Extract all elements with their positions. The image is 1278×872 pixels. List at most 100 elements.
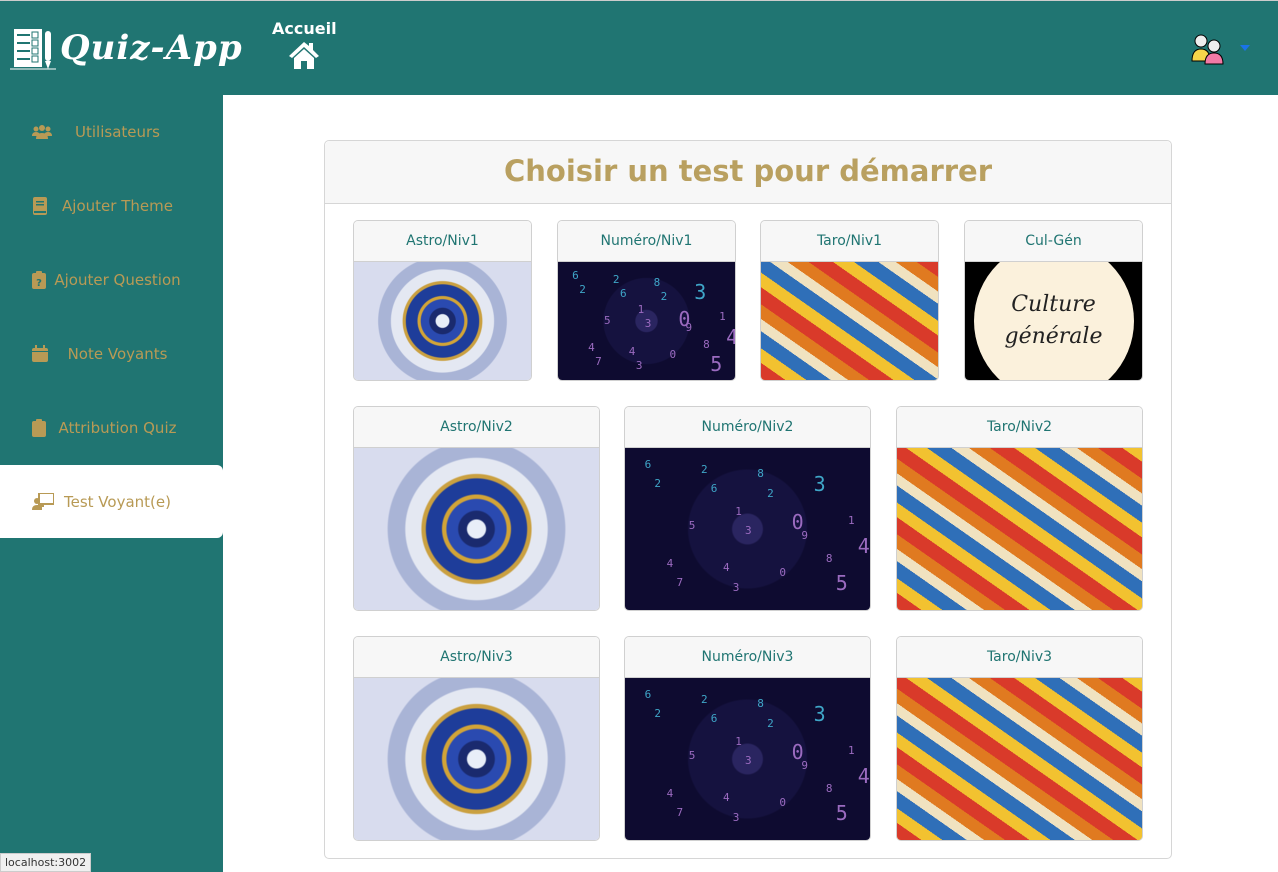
culture-generale-logo: Culture générale [973, 262, 1134, 380]
test-card[interactable]: Taro/Niv1 [760, 220, 939, 381]
test-card[interactable]: Taro/Niv2 [896, 406, 1143, 611]
number-glyph: 1 [847, 514, 855, 528]
page-title: Choisir un test pour démarrer [325, 141, 1171, 204]
number-glyph: 9 [801, 759, 809, 772]
number-glyph: 5 [835, 801, 848, 826]
sidebar: Utilisateurs Ajouter Theme ? Ajouter Que… [0, 95, 223, 872]
number-glyph: 3 [635, 358, 643, 372]
sidebar-item-label: Test Voyant(e) [64, 492, 171, 511]
number-glyph: 4 [666, 556, 674, 570]
test-card[interactable]: Taro/Niv3 [896, 636, 1143, 841]
test-card[interactable]: Numéro/Niv2 6 1 8 2 0 4 8 1 4 3 5 0 2 3 5 6 9 7 2 4 3 [624, 406, 871, 611]
number-glyph: 3 [644, 317, 652, 331]
sidebar-item-ajouter-theme[interactable]: Ajouter Theme [0, 169, 223, 242]
sidebar-item-label: Ajouter Question [54, 270, 181, 289]
status-bar-url: localhost:3002 [0, 853, 92, 872]
number-glyph: 8 [825, 781, 833, 795]
number-glyph: 2 [654, 707, 662, 721]
number-glyph: 2 [660, 290, 668, 304]
test-card[interactable]: Astro/Niv2 [353, 406, 600, 611]
sidebar-item-ajouter-question[interactable]: ? Ajouter Question [0, 243, 223, 316]
test-card[interactable]: Cul-Gén Culture générale [964, 220, 1143, 381]
number-glyph: 4 [628, 344, 636, 358]
number-glyph: 2 [654, 477, 662, 491]
number-glyph: 8 [757, 697, 764, 711]
app-name: Quiz-App [60, 28, 243, 68]
home-icon [289, 42, 320, 69]
app-logo[interactable]: Quiz-App [10, 25, 243, 71]
number-glyph: 5 [688, 749, 696, 763]
number-glyph: 1 [735, 504, 742, 518]
number-glyph: 1 [637, 303, 645, 317]
number-glyph: 6 [644, 687, 652, 701]
test-card[interactable]: Numéro/Niv1618204814350235697243 [557, 220, 736, 381]
sidebar-item-utilisateurs[interactable]: Utilisateurs [0, 95, 223, 168]
number-glyph: 5 [688, 519, 696, 533]
number-glyph: 2 [612, 272, 620, 286]
number-glyph: 0 [779, 566, 786, 580]
top-navbar: Quiz-App Accueil [0, 0, 1278, 95]
number-glyph: 7 [676, 575, 684, 589]
number-glyph: 5 [604, 313, 611, 327]
home-link[interactable]: Accueil [272, 19, 337, 74]
test-card-title: Taro/Niv3 [897, 637, 1142, 678]
test-card-title: Taro/Niv2 [897, 407, 1142, 448]
chevron-down-icon[interactable] [1240, 45, 1250, 51]
test-card-image [354, 262, 531, 380]
number-glyph: 1 [719, 310, 726, 324]
test-card-title: Astro/Niv1 [354, 221, 531, 262]
test-card[interactable]: Astro/Niv3 [353, 636, 600, 841]
number-glyph: 2 [767, 716, 774, 730]
test-card-title: Astro/Niv3 [354, 637, 599, 678]
number-glyph: 3 [745, 524, 752, 538]
number-glyph: 1 [735, 734, 742, 748]
test-card-image: 618204814350235697243 [625, 678, 870, 840]
home-label: Accueil [272, 19, 337, 38]
test-card[interactable]: Numéro/Niv3 6 1 8 2 0 4 8 1 4 3 5 0 2 3 5 6 9 7 2 4 3 [624, 636, 871, 841]
number-glyph: 6 [572, 269, 579, 283]
number-glyph: 3 [745, 754, 752, 768]
number-glyph: 4 [723, 791, 730, 805]
sidebar-item-attribution-quiz[interactable]: Attribution Quiz [0, 391, 223, 464]
sidebar-item-label: Ajouter Theme [62, 196, 173, 215]
sidebar-item-note-voyants[interactable]: Note Voyants [0, 317, 223, 390]
number-glyph: 3 [732, 810, 740, 824]
sidebar-item-label: Attribution Quiz [58, 418, 177, 437]
number-glyph: 4 [723, 561, 730, 575]
test-card-title: Cul-Gén [965, 221, 1142, 262]
test-card[interactable]: Astro/Niv1 [353, 220, 532, 381]
test-card-image [354, 678, 599, 840]
test-card-image: 618204814350235697243 [558, 262, 735, 380]
number-glyph: 9 [685, 321, 693, 334]
user-menu[interactable] [1190, 31, 1250, 65]
test-card-title: Numéro/Niv3 [625, 637, 870, 678]
number-glyph: 1 [847, 744, 855, 758]
number-glyph: 3 [813, 472, 826, 497]
number-glyph: 6 [619, 286, 627, 300]
number-glyph: 4 [726, 325, 735, 349]
test-card-image: 618204814350235697243 [625, 448, 870, 610]
test-card-title: Numéro/Niv2 [625, 407, 870, 448]
test-card-title: Taro/Niv1 [761, 221, 938, 262]
sidebar-item-test-voyant[interactable]: Test Voyant(e) [0, 465, 223, 538]
number-glyph: 8 [825, 551, 833, 565]
number-glyph: 8 [757, 467, 764, 481]
test-card-image [897, 448, 1142, 610]
number-glyph: 6 [710, 482, 718, 496]
quiz-checklist-icon [10, 29, 56, 70]
number-glyph: 2 [767, 486, 774, 500]
number-glyph: 6 [710, 712, 718, 726]
number-glyph: 2 [579, 283, 586, 297]
number-glyph: 8 [703, 337, 710, 351]
number-glyph: 8 [653, 276, 661, 290]
sidebar-item-label: Note Voyants [67, 344, 168, 363]
sidebar-item-label: Utilisateurs [75, 122, 160, 141]
number-glyph: 7 [676, 805, 684, 819]
test-card-image [761, 262, 938, 380]
users-avatar-icon [1191, 34, 1224, 65]
test-card-image [354, 448, 599, 610]
number-glyph: 4 [666, 786, 674, 800]
number-glyph: 2 [700, 462, 708, 476]
number-glyph: 3 [732, 580, 740, 594]
number-glyph: 4 [588, 341, 595, 355]
